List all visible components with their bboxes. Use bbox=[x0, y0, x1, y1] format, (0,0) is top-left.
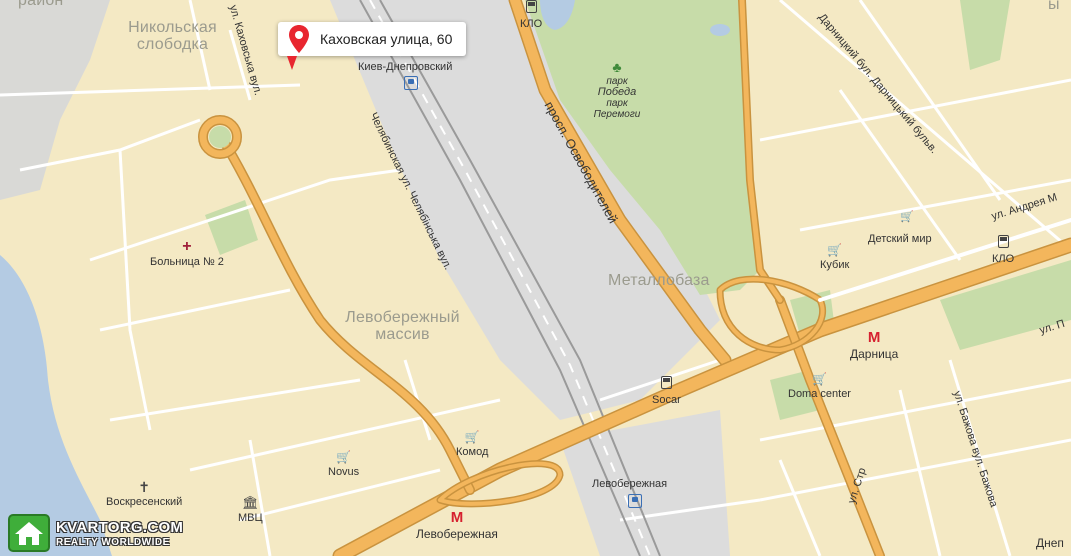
map-base-layer bbox=[0, 0, 1071, 556]
poi-label: КЛО bbox=[520, 18, 543, 30]
kiev-dneprovsky-station[interactable] bbox=[404, 76, 418, 93]
address-text: Каховская улица, 60 bbox=[320, 31, 453, 47]
watermark-logo: KVARTORG.COM REALTY WORLDWIDE bbox=[8, 514, 183, 552]
klo-top-poi[interactable]: КЛО bbox=[520, 0, 542, 30]
poi-label: Кубик bbox=[820, 259, 850, 271]
cart-icon: 🛒 bbox=[812, 372, 827, 386]
district-line: Левобережный bbox=[345, 309, 460, 326]
hospital-cross-icon: + bbox=[182, 238, 192, 255]
district-label-nikolskaya: Никольская слободка bbox=[110, 19, 235, 53]
fuel-icon bbox=[997, 235, 1009, 251]
poi-label: Doma center bbox=[788, 388, 851, 400]
cart-icon[interactable]: 🛒 bbox=[900, 212, 914, 223]
fuel-icon bbox=[660, 376, 672, 392]
park-pobeda-poi[interactable]: ♣ парк Победа парк Перемоги bbox=[592, 60, 642, 120]
train-station-icon bbox=[628, 494, 642, 508]
klo-right-poi[interactable]: КЛО bbox=[992, 235, 1014, 265]
district-label-metallobaza: Металлобаза bbox=[608, 272, 710, 289]
poi-label: Дарница bbox=[850, 347, 899, 361]
levoberezhnaya-rail-label: Левобережная bbox=[592, 478, 668, 490]
poi-label: МВЦ bbox=[238, 512, 263, 524]
tree-icon: ♣ bbox=[612, 59, 622, 75]
district-line: массив bbox=[375, 326, 430, 343]
levoberezhnaya-metro-poi[interactable]: M Левобережная bbox=[416, 510, 498, 541]
park-line: Победа bbox=[597, 86, 637, 98]
doma-center-poi[interactable]: 🛒 Doma center bbox=[788, 372, 851, 400]
watermark-text: KVARTORG.COM REALTY WORLDWIDE bbox=[56, 519, 183, 548]
cart-icon: 🛒 bbox=[336, 450, 352, 464]
poi-label: Novus bbox=[328, 466, 360, 478]
levoberezhnaya-rail-station[interactable] bbox=[628, 494, 642, 511]
address-tooltip[interactable]: Каховская улица, 60 bbox=[278, 22, 467, 56]
poi-label: Больница № 2 bbox=[150, 256, 224, 268]
metro-icon: M bbox=[867, 329, 881, 346]
watermark-subtitle: REALTY WORLDWIDE bbox=[56, 536, 170, 548]
museum-icon: 🏛 bbox=[242, 495, 259, 510]
district-label-corner: район bbox=[18, 0, 64, 9]
poi-label: КЛО bbox=[992, 253, 1015, 265]
district-line: Никольская bbox=[128, 19, 217, 36]
marker-tail bbox=[287, 56, 297, 70]
novus-poi[interactable]: 🛒 Novus bbox=[328, 450, 359, 478]
detsky-mir-label: Детский мир bbox=[868, 233, 932, 245]
cart-icon: 🛒 bbox=[827, 243, 843, 257]
metro-icon: M bbox=[450, 509, 464, 526]
train-station-icon bbox=[404, 76, 418, 90]
map-canvas[interactable]: район Никольская слободка Левобережный м… bbox=[0, 0, 1071, 556]
kubik-poi[interactable]: 🛒 Кубик bbox=[820, 243, 849, 271]
park-line: парк bbox=[606, 98, 628, 109]
hospital-poi[interactable]: + Больница № 2 bbox=[150, 238, 224, 269]
label-corner-right: ы bbox=[1048, 0, 1060, 13]
mvc-poi[interactable]: 🏛 МВЦ bbox=[238, 495, 263, 525]
kiev-dneprovsky-label: Киев-Днепровский bbox=[358, 61, 453, 73]
park-label: парк Победа парк Перемоги bbox=[594, 76, 641, 120]
fuel-icon bbox=[525, 0, 537, 16]
poi-label: Socar bbox=[652, 394, 681, 406]
church-cross-icon: ✝ bbox=[138, 479, 151, 495]
voskresensky-poi[interactable]: ✝ Воскресенский bbox=[106, 480, 182, 508]
komod-poi[interactable]: 🛒 Комод bbox=[456, 430, 488, 458]
poi-label: Левобережная bbox=[416, 527, 498, 541]
watermark-title: KVARTORG.COM bbox=[56, 518, 184, 536]
socar-poi[interactable]: Socar bbox=[652, 376, 681, 406]
poi-label: Комод bbox=[456, 446, 489, 458]
district-line: слободка bbox=[136, 36, 209, 53]
location-pin-icon bbox=[289, 25, 309, 53]
cart-icon: 🛒 bbox=[464, 430, 480, 444]
poi-label: Воскресенский bbox=[106, 496, 183, 508]
district-label-levoberezhny: Левобережный массив bbox=[320, 309, 485, 343]
park-line: Перемоги bbox=[593, 109, 641, 120]
darnitsa-metro-poi[interactable]: M Дарница bbox=[850, 330, 898, 361]
house-icon bbox=[8, 514, 50, 552]
dnepr-corner-label: Днеп bbox=[1036, 536, 1064, 550]
